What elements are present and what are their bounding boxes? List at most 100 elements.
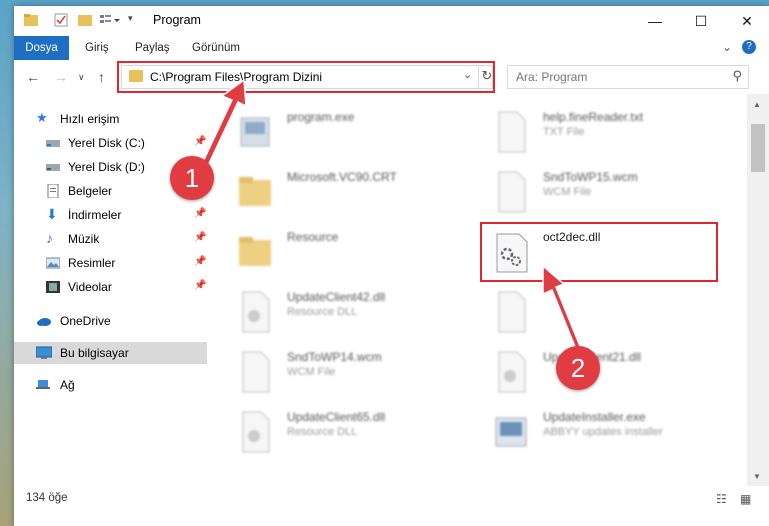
pin-icon[interactable]: 📌	[194, 208, 206, 219]
nav-onedrive[interactable]: OneDrive	[14, 310, 207, 332]
list-item[interactable]: SndToWP15.wcm WCM File	[493, 166, 733, 218]
file-name: program.exe	[287, 110, 355, 124]
item-count: 134 öğe	[26, 492, 68, 504]
list-item[interactable]: UpdateClient42.dll Resource DLL	[237, 286, 477, 338]
text-file-icon	[493, 110, 529, 154]
nav-item-downloads[interactable]: ⬇ İndirmeler 📌	[14, 204, 207, 226]
up-arrow-icon[interactable]: ↑	[98, 69, 105, 85]
folder-icon	[237, 230, 273, 274]
pin-icon[interactable]: 📌	[194, 232, 206, 243]
file-type: WCM File	[543, 186, 592, 198]
vertical-scrollbar[interactable]: ▲ ▼	[747, 94, 769, 486]
search-icon: ⚲	[732, 68, 742, 83]
file-name: UpdateClient65.dll	[287, 410, 386, 424]
cloud-icon	[36, 314, 51, 328]
network-icon	[36, 378, 50, 392]
nav-network[interactable]: Ağ	[14, 374, 207, 396]
file-type: Resource DLL	[287, 426, 358, 438]
file-type: ABBYY updates installer	[543, 426, 663, 438]
list-item[interactable]: UpdateClient65.dll Resource DLL	[237, 406, 477, 458]
forward-arrow-icon[interactable]: →	[54, 69, 68, 85]
scroll-thumb[interactable]	[751, 124, 765, 172]
nav-label: Hızlı erişim	[60, 112, 120, 126]
title-bar: ▾ Program — ☐ ✕	[14, 6, 769, 36]
nav-item-music[interactable]: ♪ Müzik 📌	[14, 228, 207, 250]
file-name: Microsoft.VC90.CRT	[287, 170, 397, 184]
nav-item-videos[interactable]: Videolar 📌	[14, 276, 207, 298]
nav-label: OneDrive	[60, 314, 111, 328]
drive-icon	[46, 136, 60, 150]
installer-icon	[493, 410, 529, 454]
tab-view[interactable]: Görünüm	[192, 36, 240, 60]
search-input[interactable]: Ara: Program ⚲	[507, 65, 749, 89]
list-item[interactable]: program.exe	[237, 106, 477, 158]
large-icons-view-icon[interactable]: ▦	[740, 492, 751, 506]
nav-quick-access[interactable]: ★ Hızlı erişim	[14, 108, 207, 130]
properties-icon[interactable]	[54, 13, 68, 27]
folder-icon	[237, 170, 273, 214]
recent-locations-icon[interactable]: ∨	[78, 72, 85, 83]
scroll-down-icon[interactable]: ▼	[753, 472, 761, 481]
nav-label: Belgeler	[68, 184, 113, 198]
file-type: Resource DLL	[287, 306, 358, 318]
tab-share[interactable]: Paylaş	[135, 36, 170, 60]
details-view-icon[interactable]: ☷	[716, 492, 727, 506]
nav-item-pictures[interactable]: Resimler 📌	[14, 252, 207, 274]
file-icon	[493, 170, 529, 214]
nav-this-pc[interactable]: Bu bilgisayar	[14, 342, 207, 364]
pictures-icon	[45, 256, 61, 270]
file-name: help.fineReader.txt	[543, 110, 644, 124]
download-arrow-icon: ⬇	[46, 206, 58, 222]
help-icon[interactable]: ?	[742, 40, 756, 54]
expand-ribbon-icon[interactable]: ⌄	[722, 40, 732, 54]
pin-icon[interactable]: 📌	[194, 256, 206, 267]
list-item[interactable]	[493, 286, 733, 338]
file-icon	[493, 290, 529, 334]
nav-label: Resimler	[68, 256, 116, 270]
tab-file[interactable]: Dosya	[14, 36, 69, 60]
pin-icon[interactable]: 📌	[194, 136, 206, 147]
callout-1: 1	[170, 156, 214, 200]
file-list: program.exe Microsoft.VC90.CRT Resource …	[207, 94, 747, 486]
new-folder-icon[interactable]	[78, 13, 92, 27]
maximize-button[interactable]: ☐	[678, 6, 724, 36]
nav-item-disk-c[interactable]: Yerel Disk (C:) 📌	[14, 132, 207, 154]
list-item[interactable]: Microsoft.VC90.CRT	[237, 166, 477, 218]
address-row: ← → ∨ ↑ C:\Program Files\Program Dizini …	[14, 60, 769, 94]
star-icon: ★	[36, 110, 48, 125]
nav-label: Ağ	[60, 378, 75, 392]
file-type: TXT File	[543, 126, 585, 138]
computer-icon	[35, 346, 53, 360]
customize-toolbar-icon[interactable]	[100, 13, 120, 27]
nav-label: Bu bilgisayar	[60, 346, 129, 360]
list-item[interactable]: SndToWP14.wcm WCM File	[237, 346, 477, 398]
dll-file-icon	[237, 290, 273, 334]
tab-home[interactable]: Giriş	[85, 36, 109, 60]
nav-label: Müzik	[68, 232, 100, 246]
folder-icon	[24, 13, 38, 27]
close-button[interactable]: ✕	[724, 6, 769, 36]
back-arrow-icon[interactable]: ←	[26, 69, 40, 85]
file-name: UpdateInstaller.exe	[543, 410, 646, 424]
drive-icon	[46, 160, 60, 174]
pin-icon[interactable]: 📌	[194, 280, 206, 291]
list-item[interactable]: Resource	[237, 226, 477, 278]
ribbon: Dosya Giriş Paylaş Görünüm ⌄ ?	[14, 36, 769, 61]
file-type: WCM File	[287, 366, 336, 378]
list-item[interactable]: UpdateClient21.dll	[493, 346, 733, 398]
file-name: Resource	[287, 230, 339, 244]
address-highlight-box	[117, 61, 495, 93]
chevron-down-icon[interactable]: ▾	[128, 13, 142, 27]
scroll-up-icon[interactable]: ▲	[753, 100, 761, 109]
explorer-window: ▾ Program — ☐ ✕ Dosya Giriş Paylaş Görün…	[14, 6, 769, 526]
nav-label: Videolar	[68, 280, 112, 294]
list-item[interactable]: help.fineReader.txt TXT File	[493, 106, 733, 158]
file-highlight-box	[480, 222, 718, 282]
navigation-pane: ★ Hızlı erişim Yerel Disk (C:) 📌 Yerel D…	[14, 94, 207, 486]
search-placeholder: Ara: Program	[516, 70, 588, 84]
nav-label: Yerel Disk (C:)	[68, 136, 145, 150]
minimize-button[interactable]: —	[632, 6, 678, 36]
dll-file-icon	[237, 410, 273, 454]
list-item[interactable]: UpdateInstaller.exe ABBYY updates instal…	[493, 406, 733, 458]
callout-2: 2	[556, 346, 600, 390]
